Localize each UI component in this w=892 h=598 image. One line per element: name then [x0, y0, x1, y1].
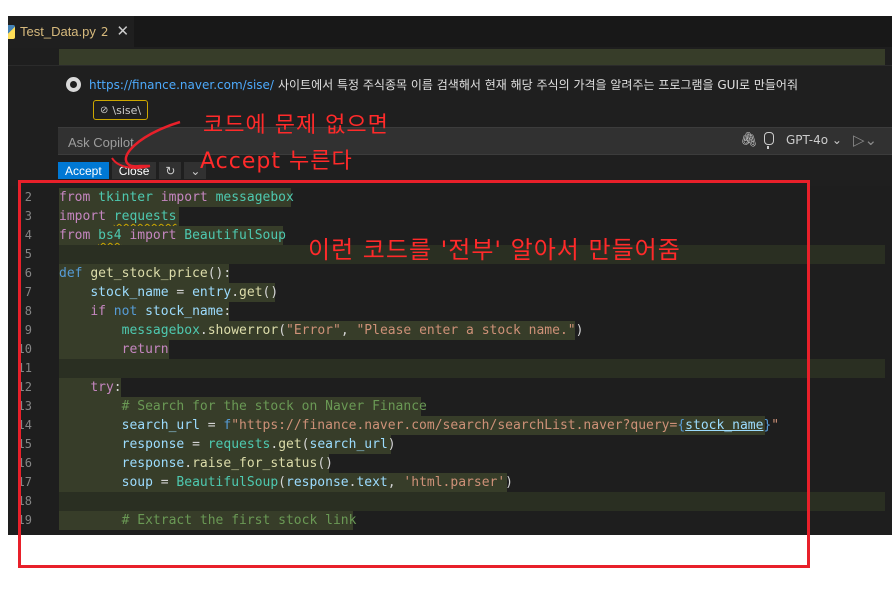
annotation-code-hint: 이런 코드를 '전부' 알아서 만들어줌 [308, 236, 681, 264]
annotation-accept-hint-1: 코드에 문제 없으면 [203, 113, 389, 138]
annotation-accept-hint-2: Accept 누른다 [200, 149, 353, 174]
